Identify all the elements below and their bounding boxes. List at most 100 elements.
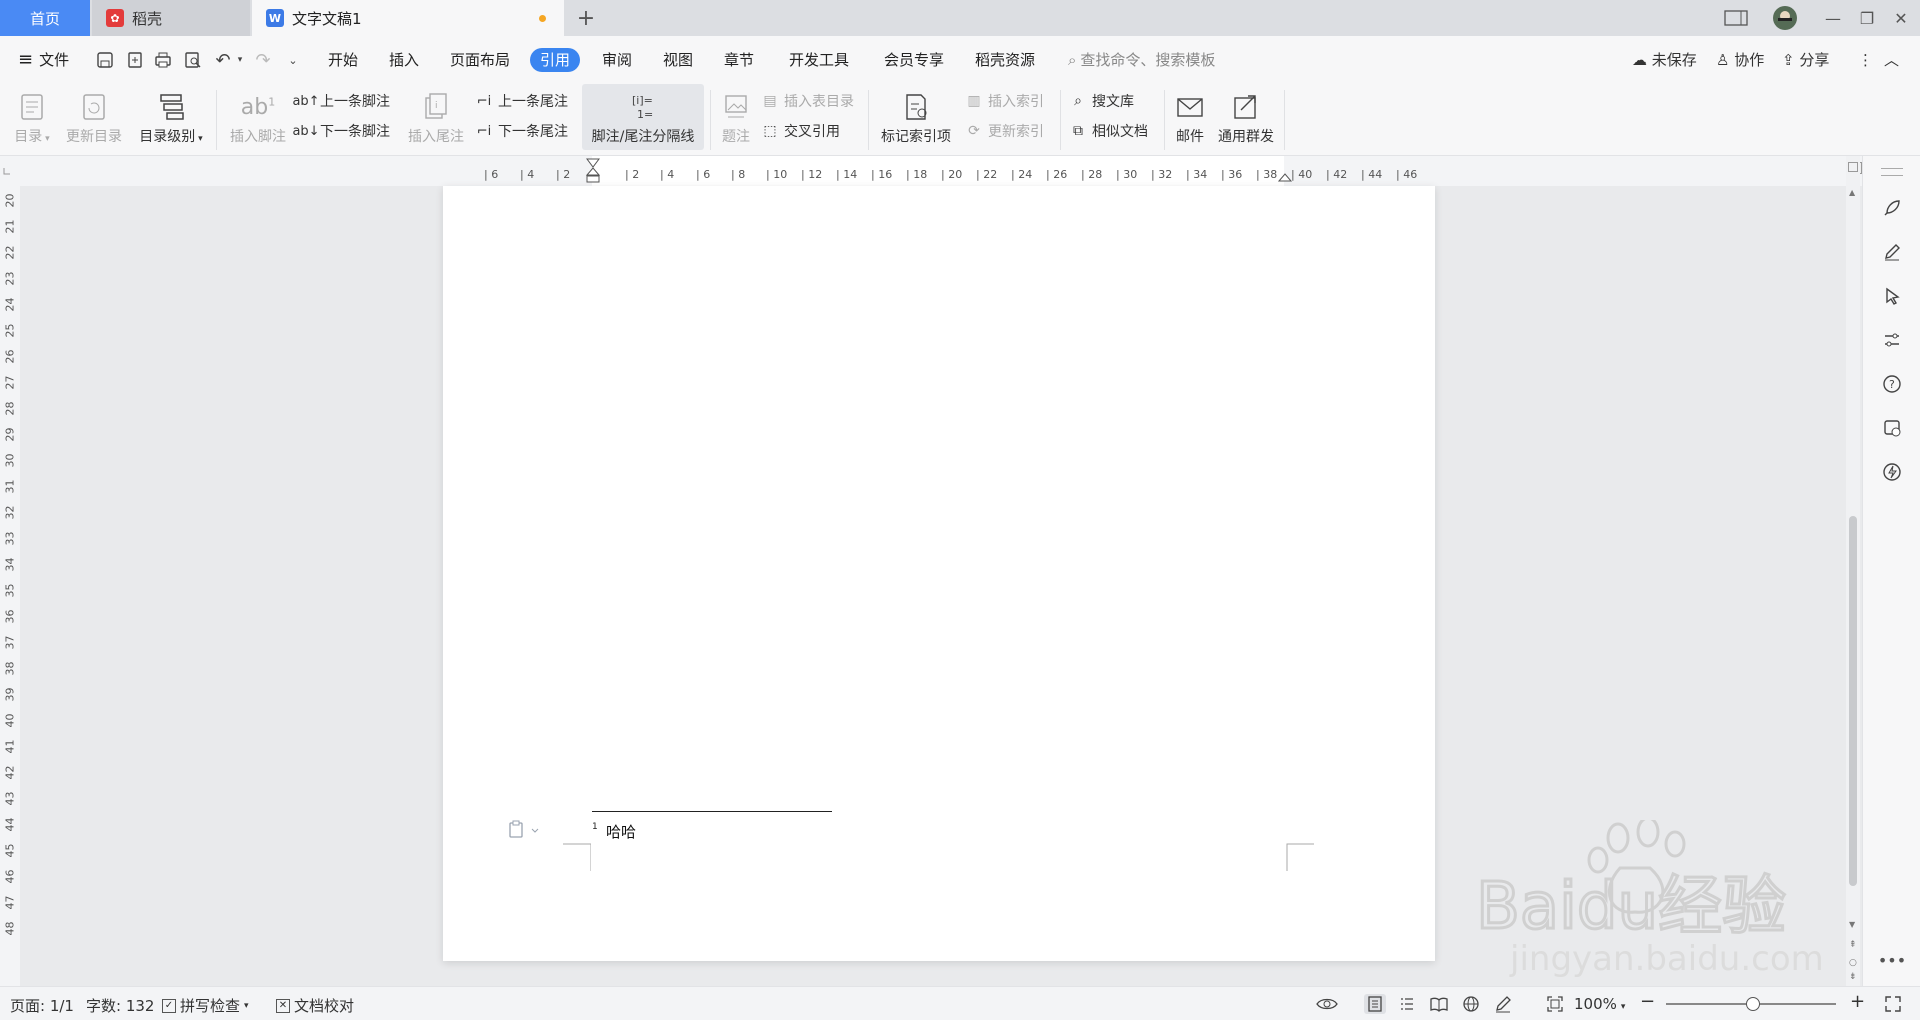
undo-button[interactable]: ↶ xyxy=(212,48,234,72)
print-preview-button[interactable] xyxy=(182,48,204,72)
undo-dropdown[interactable]: ▾ xyxy=(234,48,246,72)
menu-view[interactable]: 视图 xyxy=(663,48,693,72)
next-page-button[interactable]: ⇟ xyxy=(1849,972,1857,982)
next-footnote-button[interactable]: ab↓ 下一条脚注 xyxy=(292,118,390,144)
caption-button[interactable]: 题注 xyxy=(716,84,756,156)
menu-references[interactable]: 引用 xyxy=(530,48,581,72)
menu-daoke-resources[interactable]: 稻壳资源 xyxy=(975,48,1035,72)
group-send-button[interactable]: 通用群发 xyxy=(1214,84,1278,156)
scroll-down-arrow[interactable]: ▼ xyxy=(1849,920,1855,929)
backup-button[interactable] xyxy=(1880,416,1904,440)
scroll-up-arrow[interactable]: ▲ xyxy=(1849,188,1855,197)
avatar-icon xyxy=(1773,6,1797,30)
insert-footnote-button[interactable]: ab1 插入脚注 xyxy=(226,84,290,156)
prev-endnote-button[interactable]: ⌐i 上一条尾注 xyxy=(474,88,568,114)
redo-button[interactable]: ↷ xyxy=(252,48,274,72)
paste-options-button[interactable] xyxy=(508,820,542,844)
print-button[interactable] xyxy=(152,48,174,72)
more-menu-button[interactable]: ⋮ xyxy=(1858,48,1873,72)
export-pdf-button[interactable] xyxy=(124,48,146,72)
customize-toolbar-button[interactable]: ⌄ xyxy=(282,48,304,72)
search-library-button[interactable]: ⌕ 搜文库 xyxy=(1068,88,1134,114)
fit-page-button[interactable] xyxy=(1544,994,1566,1014)
zoom-in-button[interactable]: + xyxy=(1850,991,1865,1012)
reading-view-button[interactable] xyxy=(1428,994,1450,1014)
prev-endnote-label: 上一条尾注 xyxy=(498,94,568,110)
update-index-button[interactable]: ⟳ 更新索引 xyxy=(964,118,1044,144)
vertical-ruler-tick-label: 41 xyxy=(3,739,17,754)
prev-footnote-button[interactable]: ab↑ 上一条脚注 xyxy=(292,88,390,114)
page-count-button[interactable] xyxy=(1722,0,1750,36)
toc-button[interactable]: 目录 ▾ xyxy=(10,84,54,156)
tab-document[interactable]: W 文字文稿1 xyxy=(252,0,564,36)
menu-insert[interactable]: 插入 xyxy=(389,48,419,72)
document-proof-button[interactable]: ✕ 文档校对 xyxy=(276,995,354,1016)
first-line-indent-marker[interactable] xyxy=(585,158,601,188)
lightning-button[interactable] xyxy=(1880,460,1904,484)
tab-daoke[interactable]: ✿ 稻壳 xyxy=(92,0,250,36)
update-index-icon: ⟳ xyxy=(968,123,980,139)
cross-reference-button[interactable]: ⬚ 交叉引用 xyxy=(760,118,840,144)
eye-protection-button[interactable] xyxy=(1316,994,1338,1014)
select-browse-button[interactable]: ○ xyxy=(1849,958,1857,968)
rocket-button[interactable] xyxy=(1880,196,1904,220)
zoom-slider-thumb[interactable] xyxy=(1746,997,1760,1011)
split-view-button[interactable] xyxy=(1848,162,1858,172)
zoom-level-dropdown[interactable]: 100% ▾ xyxy=(1574,995,1625,1013)
prev-page-button[interactable]: ⇞ xyxy=(1849,940,1857,950)
insert-endnote-button[interactable]: i 插入尾注 xyxy=(404,84,468,156)
save-button[interactable] xyxy=(94,48,116,72)
menu-review[interactable]: 审阅 xyxy=(602,48,632,72)
zoom-out-button[interactable]: − xyxy=(1640,991,1655,1012)
edit-button[interactable] xyxy=(1880,240,1904,264)
insert-table-toc-button[interactable]: ▤ 插入表目录 xyxy=(760,88,854,114)
command-search[interactable]: ⌕ 查找命令、搜索模板 xyxy=(1068,48,1215,72)
spell-check-button[interactable]: ✓ 拼写检查 ▾ xyxy=(162,995,249,1016)
next-endnote-button[interactable]: ⌐i 下一条尾注 xyxy=(474,118,568,144)
vertical-ruler[interactable]: 20 21 22 23 24 25 26 27 28 29 30 31 32 33 34 35 36 37 38 39… xyxy=(0,186,20,986)
menu-chapter[interactable]: 章节 xyxy=(724,48,754,72)
mail-button[interactable]: 邮件 xyxy=(1170,84,1210,156)
new-tab-button[interactable]: + xyxy=(574,0,598,36)
web-view-button[interactable] xyxy=(1460,994,1482,1014)
avatar[interactable] xyxy=(1770,0,1800,36)
settings-button[interactable] xyxy=(1880,328,1904,352)
page-view-button[interactable] xyxy=(1364,994,1386,1014)
restore-button[interactable]: ❐ xyxy=(1852,0,1882,36)
mark-index-button[interactable]: 标记索引项 xyxy=(874,84,958,156)
close-button[interactable]: ✕ xyxy=(1886,0,1916,36)
file-menu[interactable]: ≡ 文件 xyxy=(18,48,69,72)
select-button[interactable] xyxy=(1880,284,1904,308)
menu-home[interactable]: 开始 xyxy=(328,48,358,72)
outline-view-button[interactable] xyxy=(1396,994,1418,1014)
status-bar: 页面: 1/1 字数: 132 ✓ 拼写检查 ▾ ✕ 文档校对 100% ▾ − + xyxy=(0,986,1920,1020)
prev-footnote-icon: ab↑ xyxy=(292,93,320,109)
similar-doc-button[interactable]: ⧉ 相似文档 xyxy=(1068,118,1148,144)
footnote-separator-button[interactable]: [i]= 1= 脚注/尾注分隔线 xyxy=(584,84,702,156)
write-mode-button[interactable] xyxy=(1492,994,1514,1014)
help-button[interactable]: ? xyxy=(1880,372,1904,396)
tab-home[interactable]: 首页 xyxy=(0,0,90,36)
toc-level-button[interactable]: 目录级别 ▾ xyxy=(134,84,208,156)
collab-label: 协作 xyxy=(1734,51,1765,69)
share-button[interactable]: ⇪ 分享 xyxy=(1782,48,1829,72)
page-indicator[interactable]: 页面: 1/1 xyxy=(10,995,74,1016)
word-count[interactable]: 字数: 132 xyxy=(86,995,154,1016)
horizontal-ruler[interactable]: | 6 | 4 | 2 | 2 | 4 | 6 | 8 | 10 | 12 | 14 | 16 | 1… xyxy=(0,156,1870,186)
right-indent-marker[interactable] xyxy=(1277,168,1293,186)
collapse-ribbon-button[interactable]: ︿ xyxy=(1884,48,1899,72)
update-toc-button[interactable]: 更新目录 xyxy=(62,84,126,156)
minimize-button[interactable]: — xyxy=(1818,0,1848,36)
scrollbar-thumb[interactable] xyxy=(1849,516,1857,886)
footnote-text[interactable]: 哈哈 xyxy=(606,821,636,842)
unsaved-button[interactable]: ☁ 未保存 xyxy=(1632,48,1697,72)
vertical-scrollbar[interactable]: ▲ ▼ ⇞ ○ ⇟ xyxy=(1846,156,1860,986)
collab-button[interactable]: ♙ 协作 xyxy=(1716,48,1764,72)
menu-member[interactable]: 会员专享 xyxy=(884,48,944,72)
fullscreen-button[interactable] xyxy=(1882,994,1904,1014)
menu-page-layout[interactable]: 页面布局 xyxy=(450,48,510,72)
more-panel-button[interactable]: ••• xyxy=(1878,948,1906,972)
insert-index-button[interactable]: ▥ 插入索引 xyxy=(964,88,1044,114)
group-send-icon xyxy=(1234,95,1256,119)
menu-developer[interactable]: 开发工具 xyxy=(789,48,849,72)
